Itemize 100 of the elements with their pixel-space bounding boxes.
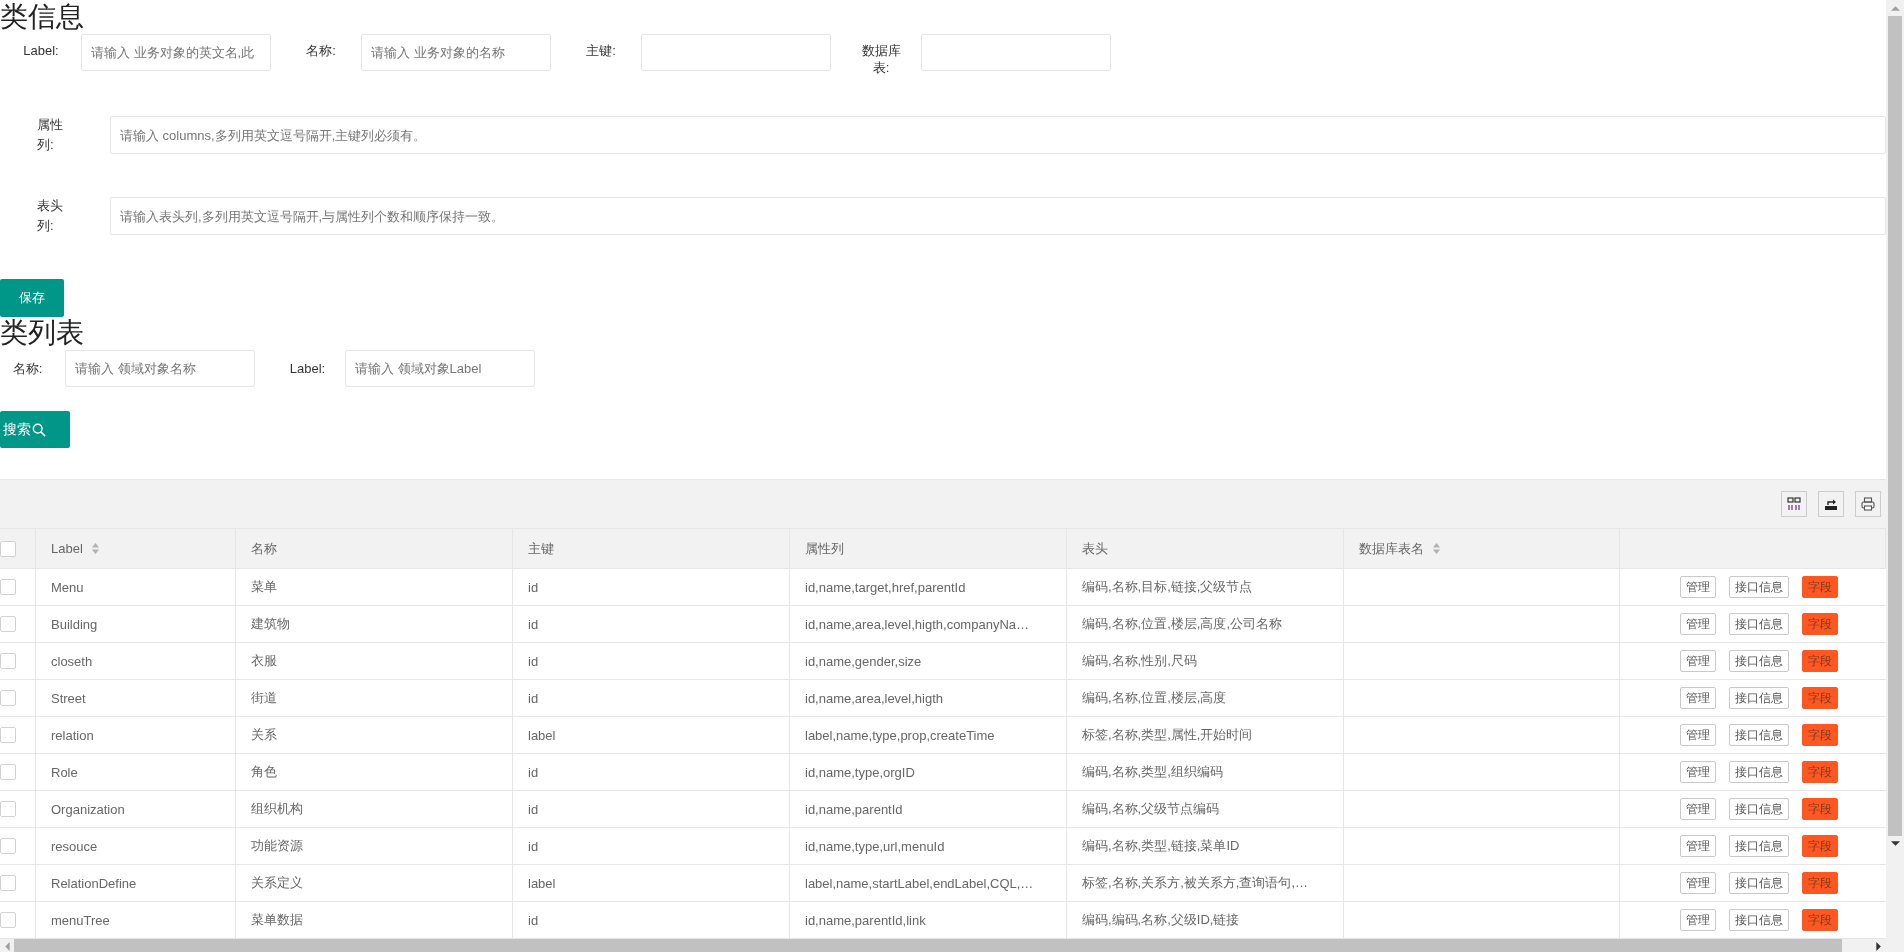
table-cell: 组织机构 bbox=[251, 800, 303, 818]
table-cell: 编码,名称,类型,组织编码 bbox=[1082, 763, 1223, 781]
column-header[interactable]: 名称 bbox=[251, 539, 277, 558]
row-action-button[interactable]: 接口信息 bbox=[1729, 650, 1789, 672]
column-header[interactable]: Label bbox=[51, 541, 83, 556]
column-header[interactable]: 表头 bbox=[1082, 539, 1108, 558]
input-field[interactable]: 请输入 业务对象的英文名,此 bbox=[81, 34, 271, 71]
down-arrow-icon[interactable] bbox=[1890, 841, 1900, 847]
field-label: Label: bbox=[22, 42, 60, 59]
row-action-button[interactable]: 接口信息 bbox=[1729, 798, 1789, 820]
input-field[interactable]: 请输入 业务对象的名称 bbox=[361, 34, 551, 71]
table-cell: Role bbox=[51, 764, 78, 780]
horizontal-scrollbar[interactable] bbox=[0, 939, 1886, 952]
toolbar-button[interactable] bbox=[1818, 491, 1844, 517]
checkbox[interactable] bbox=[0, 653, 16, 669]
row-action-button[interactable]: 接口信息 bbox=[1729, 687, 1789, 709]
column-header[interactable]: 数据库表名 bbox=[1359, 539, 1424, 558]
table-cell: menuTree bbox=[51, 912, 110, 928]
row-action-button[interactable]: 接口信息 bbox=[1729, 724, 1789, 746]
row-action-button[interactable]: 接口信息 bbox=[1729, 613, 1789, 635]
search-button[interactable]: 搜索 bbox=[0, 411, 70, 448]
table-cell: id,name,type,orgID bbox=[805, 764, 915, 780]
table-cell: 标签,名称,类型,属性,开始时间 bbox=[1082, 726, 1253, 744]
checkbox[interactable] bbox=[0, 801, 16, 817]
table-cell: 编码,名称,目标,链接,父级节点 bbox=[1082, 578, 1253, 596]
table-cell: 编码,名称,位置,楼层,高度 bbox=[1082, 689, 1227, 707]
table-cell: id bbox=[528, 838, 539, 854]
table-cell: id,name,target,href,parentId bbox=[805, 579, 966, 595]
table-cell: closeth bbox=[51, 653, 93, 669]
input-field[interactable]: 请输入 columns,多列用英文逗号隔开,主键列必须有。 bbox=[110, 116, 1886, 154]
table-cell: 衣服 bbox=[251, 652, 277, 670]
row-action-button[interactable]: 管理 bbox=[1680, 613, 1716, 635]
table-cell: 标签,名称,关系方,被关系方,查询语句,… bbox=[1082, 874, 1309, 892]
save-button[interactable]: 保存 bbox=[0, 279, 64, 317]
table-cell: id bbox=[528, 764, 539, 780]
row-action-button[interactable]: 管理 bbox=[1680, 909, 1716, 931]
search-icon bbox=[32, 422, 46, 437]
table-cell: relation bbox=[51, 727, 94, 743]
table-cell: id bbox=[528, 579, 539, 595]
vertical-scrollbar[interactable] bbox=[1886, 0, 1904, 952]
field-label: 名称: bbox=[305, 42, 337, 59]
table-cell: 编码,编码,名称,父级ID,链接 bbox=[1082, 911, 1240, 929]
print-icon bbox=[1860, 496, 1876, 512]
table-cell: 菜单 bbox=[251, 578, 277, 596]
table-cell: id,name,parentId,link bbox=[805, 912, 926, 928]
row-action-button[interactable]: 接口信息 bbox=[1729, 872, 1789, 894]
row-action-button[interactable]: 管理 bbox=[1680, 650, 1716, 672]
field-label: 属性列: bbox=[37, 116, 64, 154]
checkbox[interactable] bbox=[0, 875, 16, 891]
row-action-button[interactable]: 接口信息 bbox=[1729, 835, 1789, 857]
row-action-button[interactable]: 管理 bbox=[1680, 576, 1716, 598]
row-action-button[interactable]: 接口信息 bbox=[1729, 576, 1789, 598]
checkbox[interactable] bbox=[0, 764, 16, 780]
field-label: 表头列: bbox=[37, 197, 64, 235]
table-cell: 编码,名称,父级节点编码 bbox=[1082, 800, 1220, 818]
field-label: 名称: bbox=[11, 360, 44, 377]
table-cell: id,name,gender,size bbox=[805, 653, 922, 669]
right-arrow-icon[interactable] bbox=[1876, 941, 1882, 951]
table-cell: id,name,type,url,menuId bbox=[805, 838, 945, 854]
table-cell: resouce bbox=[51, 838, 98, 854]
checkbox[interactable] bbox=[0, 727, 16, 743]
row-action-button[interactable]: 管理 bbox=[1680, 872, 1716, 894]
table-cell: 编码,名称,位置,楼层,高度,公司名称 bbox=[1082, 615, 1283, 633]
row-action-button[interactable]: 管理 bbox=[1680, 798, 1716, 820]
field-label: 数据库表: bbox=[860, 42, 902, 76]
input-field[interactable]: 请输入 领域对象名称 bbox=[65, 350, 255, 387]
field-label: 主键: bbox=[585, 42, 617, 59]
section-title: 类列表 bbox=[0, 317, 84, 349]
table-cell: id,name,parentId bbox=[805, 801, 903, 817]
checkbox[interactable] bbox=[0, 579, 16, 595]
checkbox[interactable] bbox=[0, 690, 16, 706]
up-arrow-icon[interactable] bbox=[1890, 5, 1900, 11]
table-cell: 编码,名称,类型,链接,菜单ID bbox=[1082, 837, 1240, 855]
table-cell: 街道 bbox=[251, 689, 277, 707]
checkbox[interactable] bbox=[0, 616, 16, 632]
checkbox[interactable] bbox=[0, 540, 16, 557]
table-cell: id bbox=[528, 912, 539, 928]
columns-icon bbox=[1786, 496, 1802, 512]
table-cell: Menu bbox=[51, 579, 84, 595]
checkbox[interactable] bbox=[0, 838, 16, 854]
table-cell: id bbox=[528, 690, 539, 706]
row-action-button[interactable]: 管理 bbox=[1680, 835, 1716, 857]
table-cell: Street bbox=[51, 690, 86, 706]
row-action-button[interactable]: 管理 bbox=[1680, 761, 1716, 783]
row-action-button[interactable]: 接口信息 bbox=[1729, 761, 1789, 783]
table-cell: RelationDefine bbox=[51, 875, 137, 891]
toolbar-button[interactable] bbox=[1855, 491, 1881, 517]
row-action-button[interactable]: 接口信息 bbox=[1729, 909, 1789, 931]
left-arrow-icon[interactable] bbox=[4, 941, 10, 951]
input-field[interactable] bbox=[921, 34, 1111, 71]
input-field[interactable]: 请输入表头列,多列用英文逗号隔开,与属性列个数和顺序保持一致。 bbox=[110, 197, 1886, 235]
input-field[interactable]: 请输入 领域对象Label bbox=[345, 350, 535, 387]
checkbox[interactable] bbox=[0, 912, 16, 928]
row-action-button[interactable]: 管理 bbox=[1680, 687, 1716, 709]
table-cell: 功能资源 bbox=[251, 837, 303, 855]
column-header[interactable]: 属性列 bbox=[805, 539, 844, 558]
row-action-button[interactable]: 管理 bbox=[1680, 724, 1716, 746]
table-cell: label bbox=[528, 727, 556, 743]
column-header[interactable]: 主键 bbox=[528, 539, 554, 558]
input-field[interactable] bbox=[641, 34, 831, 71]
